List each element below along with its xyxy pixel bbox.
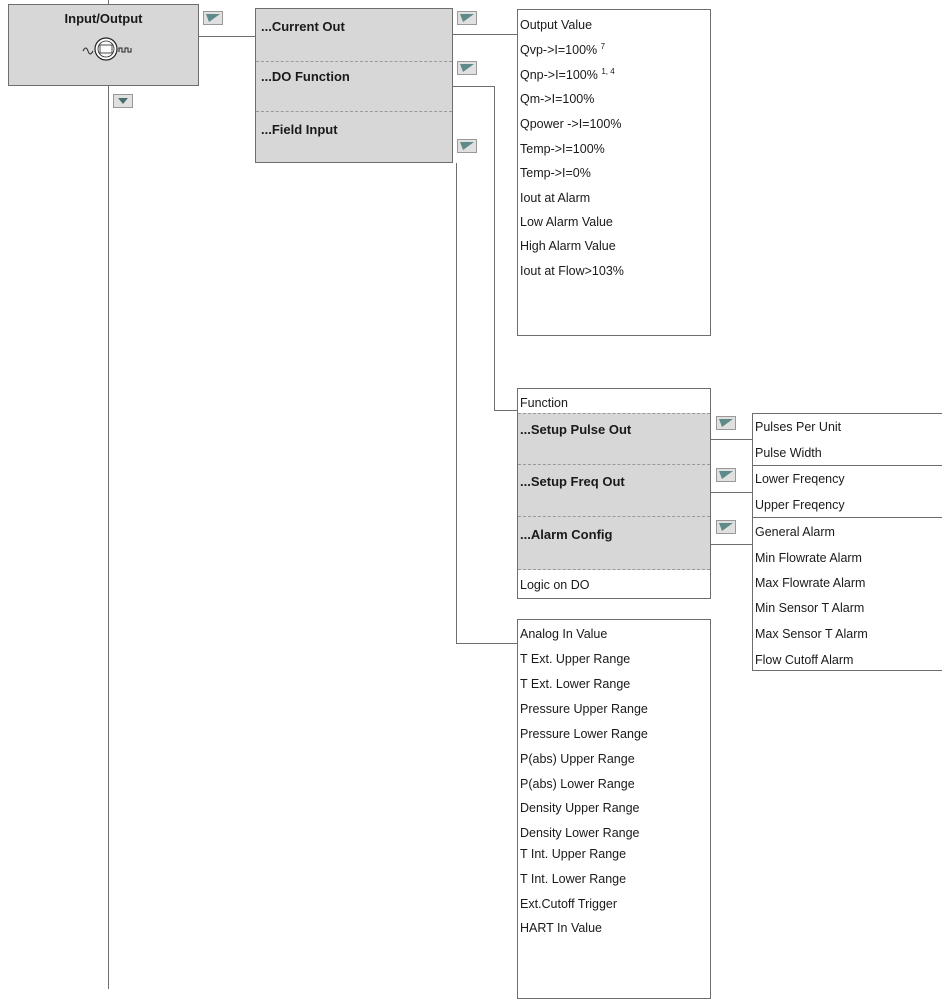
list-item[interactable]: Min Sensor T Alarm (755, 601, 864, 615)
list-item[interactable]: Max Sensor T Alarm (755, 627, 868, 641)
divider (518, 516, 710, 517)
menu-arrow-icon[interactable] (457, 61, 477, 75)
connector-field-input-v (456, 163, 457, 643)
list-item[interactable]: Temp->I=0% (520, 166, 591, 180)
chevron-down-icon[interactable] (113, 94, 133, 108)
connector-do-function-end (494, 410, 518, 411)
divider (518, 569, 710, 570)
menu-arrow-icon[interactable] (457, 11, 477, 25)
connector-do-function-h (453, 86, 495, 87)
menu-arrow-icon[interactable] (716, 416, 736, 430)
list-item[interactable]: Temp->I=100% (520, 142, 605, 156)
list-item[interactable]: Qnp->I=100% 1, 4 (520, 67, 615, 82)
list-item[interactable]: P(abs) Upper Range (520, 752, 635, 766)
list-item[interactable]: Density Upper Range (520, 801, 640, 815)
list-item[interactable]: Qvp->I=100% 7 (520, 42, 605, 57)
list-item[interactable]: T Int. Upper Range (520, 847, 626, 861)
list-item[interactable]: Iout at Flow>103% (520, 264, 624, 278)
list-item[interactable]: Low Alarm Value (520, 215, 613, 229)
menu-arrow-icon[interactable] (716, 468, 736, 482)
list-item[interactable]: Pulses Per Unit (755, 420, 841, 434)
flowmeter-icon (82, 37, 132, 61)
list-item[interactable]: Qpower ->I=100% (520, 117, 621, 131)
divider (753, 517, 942, 518)
list-item[interactable]: Density Lower Range (520, 826, 640, 840)
menu-field-input[interactable]: ...Field Input (261, 122, 338, 137)
connector-alarm-config (711, 544, 753, 545)
do-function-panel: Function ...Setup Pulse Out ...Setup Fre… (517, 388, 711, 599)
list-item[interactable]: High Alarm Value (520, 239, 616, 253)
list-item[interactable]: T Ext. Upper Range (520, 652, 630, 666)
list-item[interactable]: Lower Freqency (755, 472, 845, 486)
connector-do-function-v (494, 86, 495, 411)
list-item[interactable]: Pressure Lower Range (520, 727, 648, 741)
divider (518, 464, 710, 465)
field-input-panel: Analog In Value T Ext. Upper Range T Ext… (517, 619, 711, 999)
menu-do-function[interactable]: ...DO Function (261, 69, 350, 84)
connector-freq-out (711, 492, 753, 493)
list-item[interactable]: T Ext. Lower Range (520, 677, 630, 691)
list-item[interactable]: Max Flowrate Alarm (755, 576, 865, 590)
divider (518, 413, 710, 414)
divider (256, 61, 452, 62)
connector-pulse-out (711, 439, 753, 440)
do-settings-panel: Pulses Per Unit Pulse Width Lower Freqen… (752, 413, 942, 671)
list-item[interactable]: Analog In Value (520, 627, 607, 641)
footnote-ref: 1, 4 (601, 67, 615, 76)
list-item[interactable]: HART In Value (520, 921, 602, 935)
list-item[interactable]: Ext.Cutoff Trigger (520, 897, 617, 911)
list-item[interactable]: Pulse Width (755, 446, 822, 460)
list-item[interactable]: Iout at Alarm (520, 191, 590, 205)
io-submenu: ...Current Out ...DO Function ...Field I… (255, 8, 453, 163)
list-item[interactable]: Output Value (520, 18, 592, 32)
list-item[interactable]: Qm->I=100% (520, 92, 594, 106)
footnote-ref: 7 (600, 42, 606, 51)
list-item[interactable]: Min Flowrate Alarm (755, 551, 862, 565)
connector-root-menu (199, 36, 255, 37)
menu-setup-freq-out[interactable]: ...Setup Freq Out (520, 474, 625, 489)
menu-arrow-icon[interactable] (716, 520, 736, 534)
current-out-panel: Output Value Qvp->I=100% 7 Qnp->I=100% 1… (517, 9, 711, 336)
menu-current-out[interactable]: ...Current Out (261, 19, 345, 34)
root-title: Input/Output (64, 11, 143, 26)
connector-field-input-h (456, 643, 518, 644)
menu-arrow-icon[interactable] (457, 139, 477, 153)
list-item[interactable]: Upper Freqency (755, 498, 845, 512)
menu-setup-pulse-out[interactable]: ...Setup Pulse Out (520, 422, 631, 437)
list-item[interactable]: T Int. Lower Range (520, 872, 626, 886)
connector-current-out (453, 34, 518, 35)
list-item[interactable]: Logic on DO (520, 578, 589, 592)
divider (256, 111, 452, 112)
root-node[interactable]: Input/Output (8, 4, 199, 86)
list-item[interactable]: General Alarm (755, 525, 835, 539)
list-item[interactable]: Flow Cutoff Alarm (755, 653, 853, 667)
list-item[interactable]: Function (520, 396, 568, 410)
list-item[interactable]: P(abs) Lower Range (520, 777, 635, 791)
list-item[interactable]: Pressure Upper Range (520, 702, 648, 716)
divider (753, 465, 942, 466)
main-vertical-line (108, 0, 109, 989)
menu-arrow-icon[interactable] (203, 11, 223, 25)
menu-alarm-config[interactable]: ...Alarm Config (520, 527, 612, 542)
